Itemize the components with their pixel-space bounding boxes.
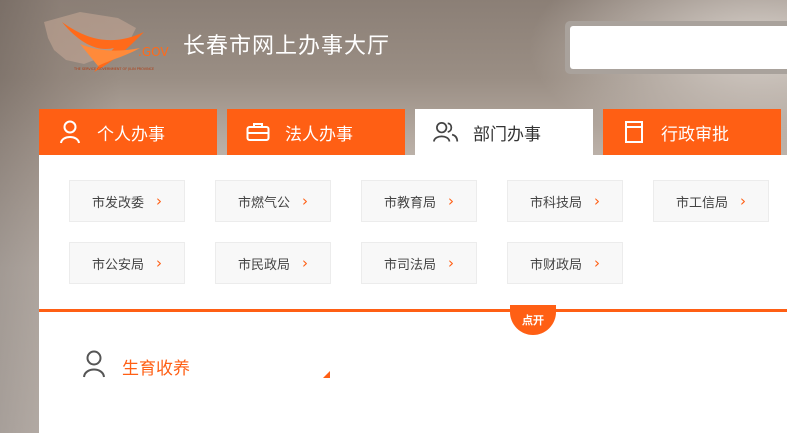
- tab-personal[interactable]: 个人办事: [39, 109, 217, 155]
- category-label: 生育收养: [122, 358, 190, 379]
- site-title: 长春市网上办事大厅: [183, 34, 391, 59]
- chevron-right-icon: ›: [740, 192, 746, 210]
- department-link[interactable]: 市工信局 ›: [653, 180, 769, 222]
- chevron-right-icon: ›: [448, 254, 454, 272]
- document-icon: [621, 119, 647, 145]
- corner-arrow-icon: [323, 371, 330, 378]
- tab-corporate[interactable]: 法人办事: [227, 109, 405, 155]
- chevron-right-icon: ›: [156, 254, 162, 272]
- chevron-right-icon: ›: [302, 192, 308, 210]
- tab-label: 法人办事: [285, 124, 353, 145]
- tab-approval[interactable]: 行政审批: [603, 109, 781, 155]
- search-box: [565, 21, 787, 74]
- department-link[interactable]: 市发改委 ›: [69, 180, 185, 222]
- chevron-right-icon: ›: [302, 254, 308, 272]
- department-link[interactable]: 市财政局 ›: [507, 242, 623, 284]
- panel-divider: [39, 309, 787, 312]
- tab-label: 部门办事: [473, 124, 541, 145]
- department-link[interactable]: 市科技局 ›: [507, 180, 623, 222]
- chevron-right-icon: ›: [448, 192, 454, 210]
- tab-department[interactable]: 部门办事: [415, 109, 593, 155]
- person-icon: [57, 119, 83, 145]
- department-link[interactable]: 市公安局 ›: [69, 242, 185, 284]
- department-link[interactable]: 市教育局 ›: [361, 180, 477, 222]
- department-link[interactable]: 市司法局 ›: [361, 242, 477, 284]
- chevron-right-icon: ›: [594, 254, 600, 272]
- svg-text:THE SERVICE GOVERNMENT OF JILI: THE SERVICE GOVERNMENT OF JILIN PROVINCE: [73, 67, 154, 71]
- search-input[interactable]: [570, 26, 787, 69]
- person-icon: [82, 350, 106, 382]
- department-panel: 市发改委 › 市燃气公 › 市教育局 › 市科技局 › 市工信局 › 市公安局 › 市民政局…: [39, 155, 787, 309]
- people-icon: [433, 119, 459, 145]
- tab-label: 行政审批: [661, 124, 729, 145]
- site-logo[interactable]: .GOV THE SERVICE GOVERNMENT OF JILIN PRO…: [40, 8, 180, 78]
- chevron-right-icon: ›: [156, 192, 162, 210]
- chevron-right-icon: ›: [594, 192, 600, 210]
- logo-emblem: .GOV THE SERVICE GOVERNMENT OF JILIN PRO…: [44, 12, 169, 72]
- department-link[interactable]: 市民政局 ›: [215, 242, 331, 284]
- briefcase-icon: [245, 119, 271, 145]
- department-link[interactable]: 市燃气公 ›: [215, 180, 331, 222]
- svg-text:.GOV: .GOV: [138, 45, 169, 59]
- category-item[interactable]: 生育收养: [82, 350, 190, 382]
- tab-label: 个人办事: [97, 124, 165, 145]
